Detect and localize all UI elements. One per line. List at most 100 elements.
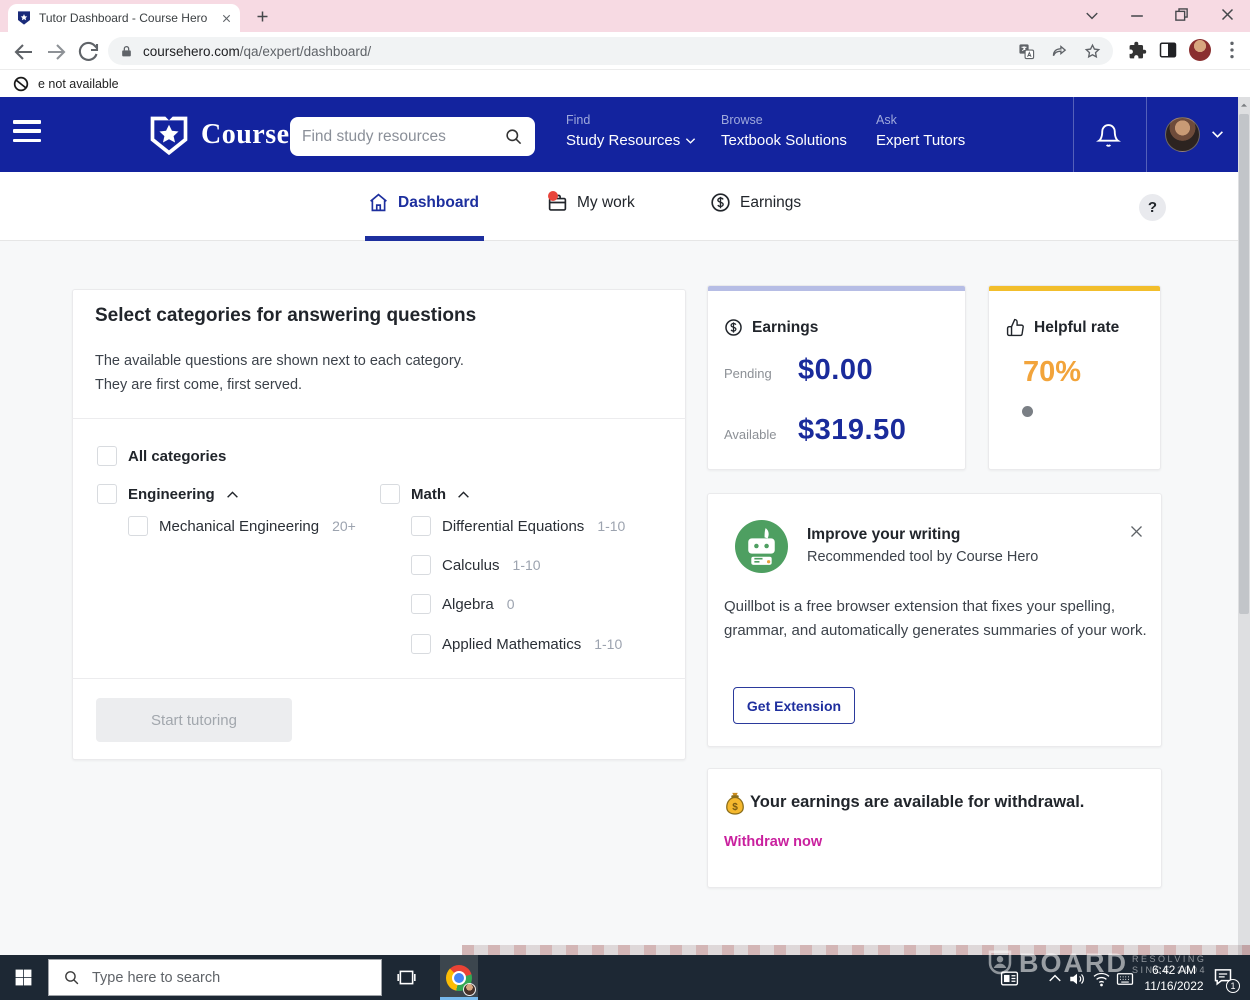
all-categories-checkbox[interactable] — [97, 446, 117, 466]
checkbox-row-all-categories[interactable]: All categories — [97, 446, 226, 466]
taskbar-clock[interactable]: 6:42 AM 11/16/2022 — [1138, 962, 1210, 994]
math-checkbox[interactable] — [380, 484, 400, 504]
collapse-caret-icon[interactable] — [226, 490, 239, 499]
task-view-icon[interactable] — [396, 967, 417, 988]
nav-eyebrow: Browse — [721, 113, 847, 127]
notification-count-badge: 1 — [1226, 979, 1240, 993]
applied-mathematics-checkbox[interactable] — [411, 634, 431, 654]
quillbot-promo-card: Improve your writing Recommended tool by… — [707, 493, 1162, 747]
money-bag-icon: $ — [724, 791, 746, 815]
window-close-button[interactable] — [1220, 7, 1235, 22]
nav-expert-tutors[interactable]: Ask Expert Tutors — [876, 113, 965, 149]
checkbox-row-calculus[interactable]: Calculus 1-10 — [411, 555, 541, 575]
wifi-icon[interactable] — [1092, 970, 1111, 988]
chrome-taskbar-button[interactable] — [440, 955, 478, 1000]
nav-study-resources[interactable]: Find Study Resources — [566, 113, 696, 149]
nav-textbook-solutions[interactable]: Browse Textbook Solutions — [721, 113, 847, 149]
checkbox-row-differential-equations[interactable]: Differential Equations 1-10 — [411, 516, 625, 536]
back-button[interactable] — [12, 40, 36, 64]
help-button[interactable]: ? — [1139, 194, 1166, 221]
checkbox-row-applied-mathematics[interactable]: Applied Mathematics 1-10 — [411, 634, 622, 654]
checkbox-row-engineering[interactable]: Engineering — [97, 484, 239, 504]
forward-button[interactable] — [44, 40, 68, 64]
browser-tab[interactable]: Tutor Dashboard - Course Hero — [8, 4, 240, 32]
algebra-checkbox[interactable] — [411, 594, 431, 614]
helpful-rate-value: 70% — [1023, 356, 1081, 389]
extensions-puzzle-icon[interactable] — [1128, 41, 1147, 60]
translate-icon[interactable] — [1018, 43, 1035, 60]
tab-label: My work — [577, 194, 635, 212]
notice-bar: e not available — [0, 70, 1250, 97]
dollar-circle-icon — [710, 192, 731, 213]
screen: Tutor Dashboard - Course Hero coursehero… — [0, 0, 1250, 1000]
action-center-icon[interactable]: 1 — [1213, 967, 1235, 989]
hamburger-menu-icon[interactable] — [13, 120, 41, 142]
checkbox-label: Algebra — [442, 596, 494, 613]
course-hero-shield-icon — [146, 113, 192, 157]
question-count: 1-10 — [594, 636, 622, 652]
header-divider — [1073, 97, 1074, 172]
pending-label: Pending — [724, 366, 772, 381]
header-search[interactable] — [290, 117, 535, 156]
scrollbar-up-arrow[interactable] — [1240, 101, 1248, 109]
checkbox-row-mechanical-engineering[interactable]: Mechanical Engineering 20+ — [128, 516, 356, 536]
question-count: 1-10 — [597, 518, 625, 534]
card-accent-strip — [708, 286, 965, 291]
window-minimize-button[interactable] — [1130, 14, 1144, 18]
user-avatar[interactable] — [1165, 117, 1200, 152]
course-hero-favicon-icon — [16, 10, 32, 26]
bookmark-star-icon[interactable] — [1084, 43, 1101, 60]
tab-search-chevron-icon[interactable] — [1085, 11, 1099, 21]
start-button[interactable] — [14, 968, 33, 987]
get-extension-button[interactable]: Get Extension — [733, 687, 855, 724]
tab-dashboard[interactable]: Dashboard — [368, 192, 479, 213]
card-accent-strip — [989, 286, 1160, 291]
nav-eyebrow: Find — [566, 113, 696, 127]
withdraw-now-link[interactable]: Withdraw now — [724, 834, 822, 850]
reload-button[interactable] — [76, 40, 100, 64]
tab-earnings[interactable]: Earnings — [710, 192, 801, 213]
url-path: /qa/expert/dashboard/ — [240, 44, 371, 59]
question-count: 0 — [507, 596, 515, 612]
hidden-icons-chevron[interactable] — [1048, 973, 1062, 983]
checkbox-label: Engineering — [128, 486, 215, 503]
side-panel-icon[interactable] — [1159, 41, 1177, 59]
home-icon — [368, 192, 389, 213]
withdraw-message: Your earnings are available for withdraw… — [750, 793, 1084, 812]
tab-my-work[interactable]: My work — [547, 192, 635, 213]
collapse-caret-icon[interactable] — [457, 490, 470, 499]
taskbar-search[interactable] — [48, 959, 382, 996]
available-value: $319.50 — [798, 414, 906, 447]
available-label: Available — [724, 427, 777, 442]
volume-icon[interactable] — [1068, 970, 1086, 988]
checkbox-row-math[interactable]: Math — [380, 484, 470, 504]
browser-profile-avatar[interactable] — [1189, 39, 1211, 61]
share-icon[interactable] — [1051, 43, 1068, 60]
differential-equations-checkbox[interactable] — [411, 516, 431, 536]
notifications-bell-icon[interactable] — [1096, 122, 1121, 149]
thumbs-up-icon — [1006, 318, 1025, 337]
helpful-rate-title: Helpful rate — [1034, 319, 1119, 337]
start-tutoring-button[interactable]: Start tutoring — [96, 698, 292, 742]
taskbar-search-input[interactable] — [92, 970, 381, 986]
news-widgets-icon[interactable] — [1000, 970, 1019, 987]
touch-keyboard-icon[interactable] — [1116, 971, 1134, 987]
search-icon[interactable] — [504, 127, 523, 146]
tab-label: Dashboard — [398, 194, 479, 212]
help-label: ? — [1148, 199, 1157, 216]
scrollbar-thumb[interactable] — [1239, 114, 1249, 614]
browser-menu-icon[interactable] — [1224, 40, 1240, 60]
account-chevron-down-icon[interactable] — [1211, 130, 1224, 139]
mechanical-engineering-checkbox[interactable] — [128, 516, 148, 536]
notification-dot — [548, 191, 558, 201]
checkbox-label: Calculus — [442, 557, 500, 574]
new-tab-button[interactable] — [255, 9, 270, 24]
calculus-checkbox[interactable] — [411, 555, 431, 575]
header-search-input[interactable] — [302, 128, 504, 146]
checkbox-row-algebra[interactable]: Algebra 0 — [411, 594, 515, 614]
window-restore-button[interactable] — [1174, 7, 1189, 22]
address-bar[interactable]: coursehero.com/qa/expert/dashboard/ — [108, 37, 1113, 65]
close-icon[interactable] — [1126, 521, 1146, 541]
tab-close-icon[interactable] — [221, 13, 232, 24]
engineering-checkbox[interactable] — [97, 484, 117, 504]
